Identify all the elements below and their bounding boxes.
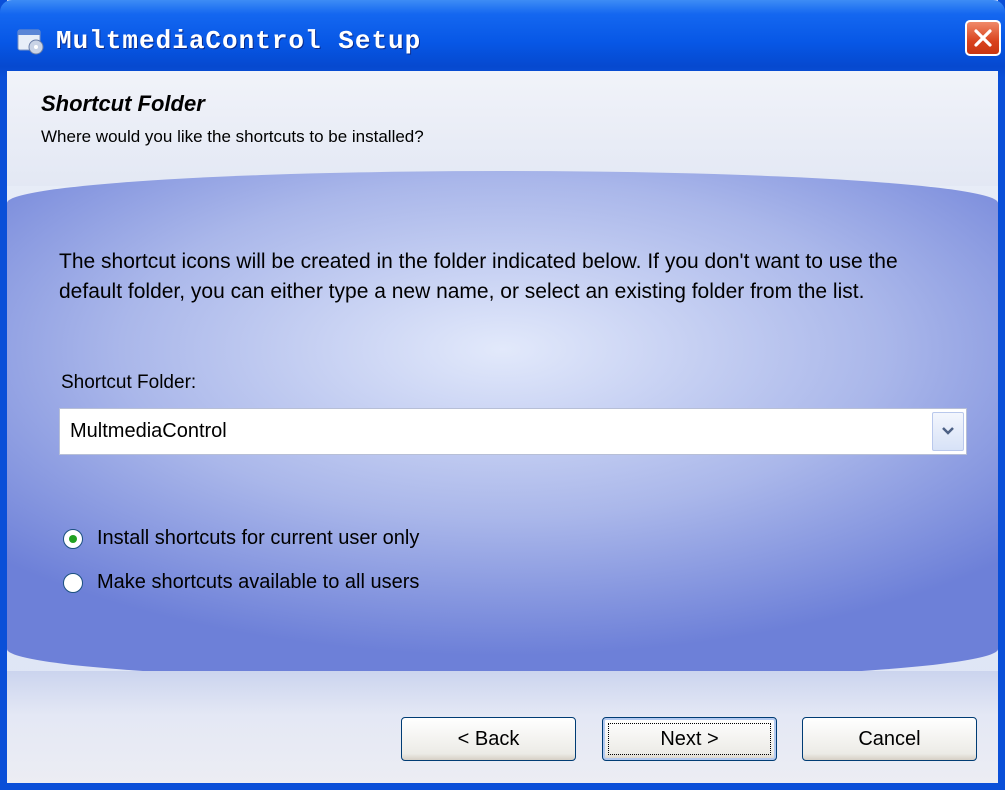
next-button[interactable]: Next > [602,717,777,761]
radio-all-users-control[interactable] [63,573,83,593]
setup-window: MultmediaControl Setup Shortcut Folder W… [0,0,1005,790]
radio-current-user-control[interactable] [63,529,83,549]
title-bar[interactable]: MultmediaControl Setup [0,0,1005,78]
page-subtitle: Where would you like the shortcuts to be… [41,127,424,146]
description-text: The shortcut icons will be created in th… [59,250,898,303]
back-button[interactable]: < Back [401,717,576,761]
wizard-header: Shortcut Folder Where would you like the… [7,71,998,186]
chevron-down-icon [942,427,954,435]
wizard-content: Shortcut Folder Where would you like the… [7,71,998,783]
close-button[interactable] [965,20,1001,56]
page-title: Shortcut Folder [41,91,205,116]
installer-icon [16,26,46,56]
window-title: MultmediaControl Setup [56,26,422,56]
close-icon [974,29,992,47]
radio-current-user-label[interactable]: Install shortcuts for current user only [97,527,419,550]
radio-all-users-label[interactable]: Make shortcuts available to all users [97,571,419,594]
shortcut-folder-combobox[interactable]: MultmediaControl [59,408,967,455]
cancel-button[interactable]: Cancel [802,717,977,761]
dropdown-button[interactable] [932,412,964,451]
radio-selected-dot [69,535,77,543]
shortcut-folder-label: Shortcut Folder: [61,372,197,393]
shortcut-folder-value[interactable]: MultmediaControl [70,420,227,443]
